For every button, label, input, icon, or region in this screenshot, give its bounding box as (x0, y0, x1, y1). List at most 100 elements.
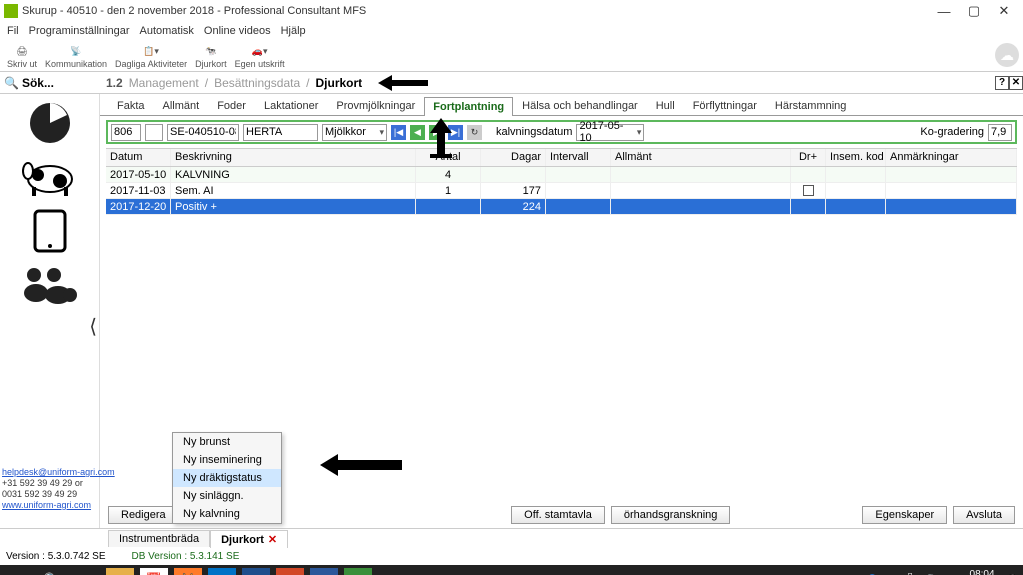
calendar-icon[interactable]: 📅 (140, 568, 168, 575)
toolbar-print[interactable]: 🖨Skriv ut (4, 43, 40, 69)
col-datum[interactable]: Datum (106, 149, 171, 166)
ctx-ny-inseminering[interactable]: Ny inseminering (173, 451, 281, 469)
word-icon[interactable]: W (310, 568, 338, 575)
window-title: Skurup - 40510 - den 2 november 2018 - P… (22, 5, 366, 17)
sidebar-phone-icon[interactable] (20, 208, 80, 254)
helpdesk-web[interactable]: www.uniform-agri.com (2, 500, 115, 511)
outlook-icon[interactable]: ✉ (208, 568, 236, 575)
toolbar-egen[interactable]: 🚗▾Egen utskrift (232, 43, 288, 69)
toolbar-djurkort[interactable]: 🐄Djurkort (192, 43, 230, 69)
app-icon (4, 4, 18, 18)
menu-onlinevideos[interactable]: Online videos (201, 25, 274, 37)
se-id-input[interactable] (167, 124, 239, 141)
arrow-annotation-1 (378, 75, 428, 91)
table-row[interactable]: 2017-11-03 Sem. AI 1 177 (106, 183, 1017, 199)
toolbar-daily[interactable]: 📋▾Dagliga Aktiviteter (112, 43, 190, 69)
ctx-ny-draktigstatus[interactable]: Ny dräktigstatus (173, 469, 281, 487)
tab-halsa[interactable]: Hälsa och behandlingar (513, 96, 647, 115)
explorer-icon[interactable]: 📁 (106, 568, 134, 575)
redigera-button[interactable]: Redigera (108, 506, 179, 524)
nav-next[interactable]: ▶ (429, 125, 444, 140)
col-allmant[interactable]: Allmänt (611, 149, 791, 166)
app3-icon[interactable]: ▦ (344, 568, 372, 575)
kogradering-label: Ko-gradering (920, 126, 984, 138)
start-button[interactable]: ⊞ (4, 568, 32, 575)
ctx-ny-sinlaggn[interactable]: Ny sinläggn. (173, 487, 281, 505)
helpdesk-phone2: 0031 592 39 49 29 (2, 489, 115, 500)
col-anmark[interactable]: Anmärkningar (886, 149, 1017, 166)
close-panel-button[interactable]: ✕ (1009, 76, 1023, 90)
tab-provmjolk[interactable]: Provmjölkningar (327, 96, 424, 115)
kalvdate-dropdown[interactable]: 2017-05-10 (576, 124, 644, 141)
crumb-besattning[interactable]: Besättningsdata (214, 76, 300, 90)
tab-laktationer[interactable]: Laktationer (255, 96, 327, 115)
app2-icon[interactable]: ▦ (276, 568, 304, 575)
bottom-tabs: Instrumentbräda Djurkort✕ (0, 528, 1023, 548)
egenskaper-button[interactable]: Egenskaper (862, 506, 947, 524)
bottom-tab-instrumentbrada[interactable]: Instrumentbräda (108, 530, 210, 547)
breadcrumb-row: 🔍 Sök... 1.2 Management / Besättningsdat… (0, 72, 1023, 94)
cloud-icon[interactable]: ☁ (995, 43, 1019, 67)
avsluta-button[interactable]: Avsluta (953, 506, 1015, 524)
tab-forflytt[interactable]: Förflyttningar (684, 96, 766, 115)
taskbar-clock[interactable]: 08:04 2018-11-02 (944, 569, 998, 575)
tab-fakta[interactable]: Fakta (108, 96, 154, 115)
forhandsgranskning-button[interactable]: örhandsgranskning (611, 506, 731, 524)
tab-hull[interactable]: Hull (647, 96, 684, 115)
sidebar-collapse[interactable]: ⟨ (89, 314, 97, 339)
nav-first[interactable]: |◀ (391, 125, 406, 140)
close-button[interactable]: ✕ (989, 1, 1019, 21)
col-intervall[interactable]: Intervall (546, 149, 611, 166)
filter-bar: Mjölkkor |◀ ◀ ▶ ▶| ↻ kalvningsdatum 2017… (106, 120, 1017, 144)
nav-prev[interactable]: ◀ (410, 125, 425, 140)
help-buttons: ? ✕ (995, 76, 1023, 90)
col-antal[interactable]: Antal (416, 149, 481, 166)
crumb-management[interactable]: Management (129, 76, 199, 90)
menu-hjalp[interactable]: Hjälp (278, 25, 309, 37)
context-menu: Ny brunst Ny inseminering Ny dräktigstat… (172, 432, 282, 524)
ctx-ny-brunst[interactable]: Ny brunst (173, 433, 281, 451)
dr-checkbox[interactable] (803, 185, 814, 196)
off-stamtavla-button[interactable]: Off. stamtavla (511, 506, 605, 524)
animal-id-input[interactable] (111, 124, 141, 141)
group-dropdown[interactable]: Mjölkkor (322, 124, 387, 141)
firefox-icon[interactable]: 🦊 (174, 568, 202, 575)
tab-harstamm[interactable]: Härstammning (766, 96, 856, 115)
col-insemkod[interactable]: Insem. kod (826, 149, 886, 166)
sidebar-pie-icon[interactable] (20, 100, 80, 146)
animal-id-extra-input[interactable] (145, 124, 163, 141)
col-beskrivning[interactable]: Beskrivning (171, 149, 416, 166)
menu-fil[interactable]: Fil (4, 25, 22, 37)
app1-icon[interactable]: ▦ (242, 568, 270, 575)
nav-last[interactable]: ▶| (448, 125, 463, 140)
breadcrumb: 1.2 Management / Besättningsdata / Djurk… (100, 75, 428, 91)
taskview-icon[interactable]: ⊡ (72, 568, 100, 575)
close-tab-icon[interactable]: ✕ (268, 534, 277, 546)
helpdesk-email[interactable]: helpdesk@uniform-agri.com (2, 467, 115, 478)
tab-fortplantning[interactable]: Fortplantning (424, 97, 513, 116)
search-taskbar-icon[interactable]: 🔍 (38, 568, 66, 575)
sidebar-people-icon[interactable] (20, 262, 80, 308)
search-box[interactable]: 🔍 Sök... (0, 74, 100, 92)
col-dagar[interactable]: Dagar (481, 149, 546, 166)
toolbar: 🖨Skriv ut 📡Kommunikation 📋▾Dagliga Aktiv… (0, 40, 1023, 72)
tab-allmant[interactable]: Allmänt (154, 96, 209, 115)
kogradering-input[interactable] (988, 124, 1012, 141)
ctx-ny-kalvning[interactable]: Ny kalvning (173, 505, 281, 523)
toolbar-comm[interactable]: 📡Kommunikation (42, 43, 110, 69)
nav-refresh[interactable]: ↻ (467, 125, 482, 140)
menu-programinstallningar[interactable]: Programinställningar (26, 25, 133, 37)
tab-foder[interactable]: Foder (208, 96, 255, 115)
table-row[interactable]: 2017-05-10 KALVNING 4 (106, 167, 1017, 183)
table-row-selected[interactable]: 2017-12-20 Positiv + 224 (106, 199, 1017, 215)
col-dr[interactable]: Dr+ (791, 149, 826, 166)
animal-name-input[interactable] (243, 124, 318, 141)
sidebar-cow-icon[interactable] (20, 154, 80, 200)
tray-net-icon[interactable]: 🖧 (905, 572, 916, 575)
menu-automatisk[interactable]: Automatisk (137, 25, 197, 37)
bottom-tab-djurkort[interactable]: Djurkort✕ (210, 530, 288, 548)
help-button[interactable]: ? (995, 76, 1009, 90)
minimize-button[interactable]: — (929, 1, 959, 21)
helpdesk-links: helpdesk@uniform-agri.com +31 592 39 49 … (2, 467, 115, 511)
maximize-button[interactable]: ▢ (959, 1, 989, 21)
